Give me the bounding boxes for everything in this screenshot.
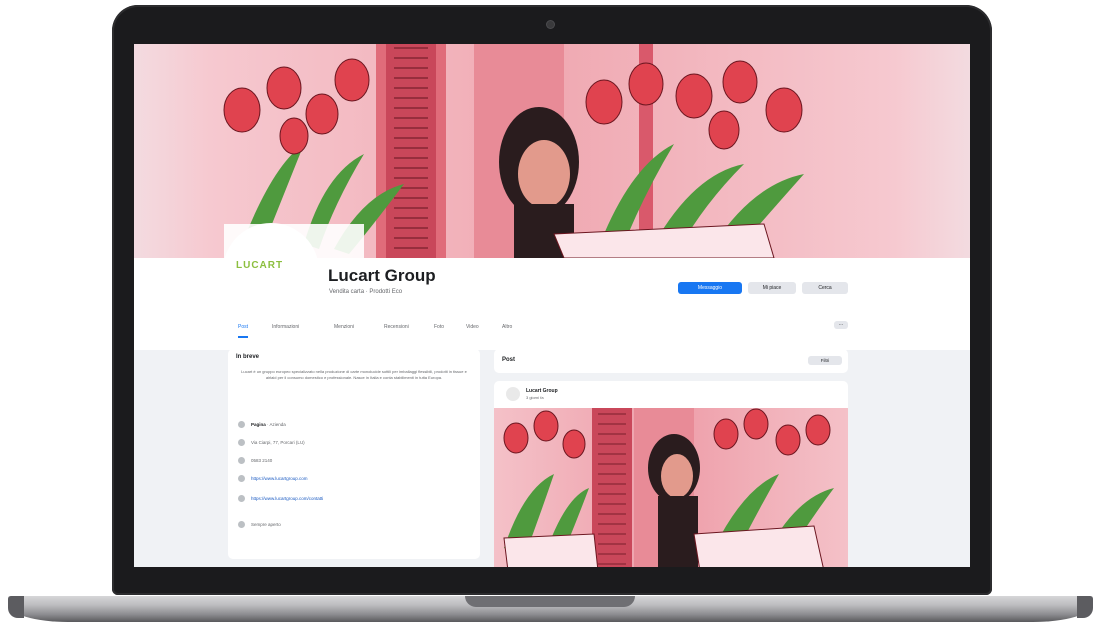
post-card: Lucart Group 3 giorni fa: [494, 381, 848, 567]
laptop-base-left: [8, 596, 24, 618]
camera-icon: [547, 21, 554, 28]
post-image[interactable]: [494, 408, 848, 567]
link-icon: [238, 495, 245, 503]
tab-altro[interactable]: Altro: [502, 324, 512, 330]
intro-hours: Sempre aperto: [238, 521, 281, 529]
intro-title: In breve: [236, 354, 260, 360]
clock-icon: [238, 521, 245, 529]
laptop-notch: [465, 596, 635, 607]
phone-icon: [238, 457, 245, 465]
laptop-mockup: LUCART Lucart Group Vendita carta · Prod…: [0, 0, 1097, 630]
avatar[interactable]: LUCART: [226, 226, 316, 316]
tab-menzioni[interactable]: Menzioni: [334, 324, 354, 330]
tab-foto[interactable]: Foto: [434, 324, 444, 330]
laptop-base-right: [1077, 596, 1093, 618]
cover-photo[interactable]: [134, 44, 970, 258]
page-title: Lucart Group: [328, 266, 436, 285]
tab-informazioni[interactable]: Informazioni: [272, 324, 299, 330]
filter-button[interactable]: Filtri: [808, 356, 842, 365]
intro-website[interactable]: https://www.lucartgroup.com: [238, 475, 308, 483]
post-illustration: [503, 408, 834, 567]
page-subtitle: Vendita carta · Prodotti Eco: [329, 289, 403, 295]
feed-header: Post Filtri: [494, 349, 848, 373]
lucart-logo: LUCART: [236, 260, 284, 271]
location-icon: [238, 439, 245, 447]
post-author[interactable]: Lucart Group: [526, 388, 558, 394]
feed-title: Post: [502, 357, 516, 363]
message-button[interactable]: Messaggio: [678, 282, 742, 294]
cover-illustration: [223, 44, 804, 258]
info-icon: [238, 421, 245, 429]
tab-video[interactable]: Video: [466, 324, 479, 330]
tab-post[interactable]: Post: [238, 324, 249, 338]
intro-address[interactable]: Via Ciarpi, 77, Porcari (LU): [238, 439, 305, 447]
post-avatar[interactable]: [506, 387, 520, 401]
globe-icon: [238, 475, 245, 483]
tab-recensioni[interactable]: Recensioni: [384, 324, 409, 330]
post-meta: 3 giorni fa: [526, 395, 544, 400]
intro-description: Lucart è un gruppo europeo specializzato…: [241, 369, 467, 380]
search-button[interactable]: Cerca: [802, 282, 848, 294]
intro-phone[interactable]: 0583 2140: [238, 457, 272, 465]
like-button[interactable]: Mi piace: [748, 282, 796, 294]
intro-card: In breve Lucart è un gruppo europeo spec…: [228, 349, 480, 559]
screen: LUCART Lucart Group Vendita carta · Prod…: [134, 44, 970, 567]
more-icon[interactable]: ···: [834, 321, 848, 329]
intro-link[interactable]: https://www.lucartgroup.com/contatti: [238, 495, 323, 503]
page-tabs: Post Informazioni Menzioni Recensioni Fo…: [234, 320, 854, 338]
intro-category: Pagina · Azienda: [238, 421, 286, 429]
